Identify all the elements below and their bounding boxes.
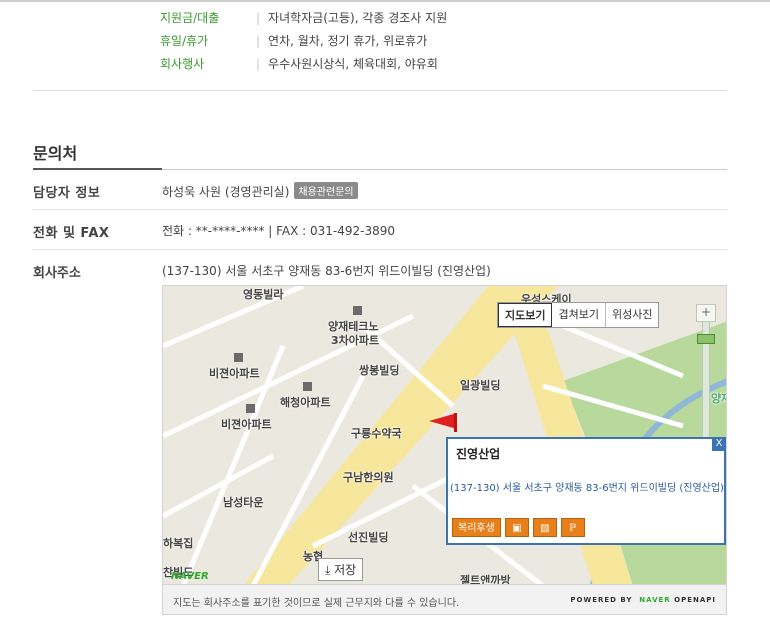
map-label: 비젼아파트: [209, 367, 260, 380]
map-disclaimer: 지도는 회사주소를 표기한 것이므로 실제 근무지와 다를 수 있습니다.: [173, 598, 460, 609]
zoom-slider[interactable]: [697, 322, 715, 447]
welfare-key: 회사행사: [160, 57, 205, 71]
manager-row: 담당자 정보 하성욱 사원 (경영관리실) 채용관련문의: [33, 170, 727, 210]
top-divider: [0, 0, 770, 2]
welfare-row: 회사행사 | 우수사원시상식, 체육대회, 야유회: [160, 54, 447, 77]
manager-label: 담당자 정보: [33, 186, 101, 201]
contact-section-title: 문의처: [33, 144, 78, 163]
tab-satellite[interactable]: 위성사진: [605, 303, 659, 327]
location-popup: 진영산업 X (137-130) 서울 서초구 양재동 83-6번지 위드이빌딩…: [446, 437, 726, 545]
map-label: 일광빌딩: [460, 379, 501, 392]
building-icon: [353, 306, 362, 315]
credit-naver: NAVER: [639, 596, 671, 604]
popup-close-button[interactable]: X: [712, 437, 726, 451]
phone-row: 전화 및 FAX 전화 : **-****-**** | FAX : 031-4…: [33, 210, 727, 250]
welfare-key: 지원금/대출: [160, 11, 220, 25]
map-label: 선진빌딩: [348, 531, 389, 544]
api-credit: POWERED BY NAVER OPENAPI: [570, 596, 716, 604]
popup-actions: 복리후생 ▣ ▧ ℙ: [452, 518, 585, 537]
tab-overlay[interactable]: 겹쳐보기: [552, 303, 606, 327]
welfare-button[interactable]: 복리후생: [452, 518, 501, 537]
credit-powered: POWERED BY: [570, 596, 633, 604]
restaurant-icon[interactable]: ℙ: [560, 518, 585, 537]
map-label: 영동빌라: [243, 288, 284, 301]
bus-icon[interactable]: ▣: [504, 518, 529, 537]
building-icon: [246, 404, 255, 413]
map-view[interactable]: 영동빌라 양재테크노 3차아파트 쌍봉빌딩 비젼아파트 해청아파트 비젼아파트 …: [162, 285, 727, 585]
map-label: 구남한의원: [343, 471, 394, 484]
welfare-row: 지원금/대출 | 자녀학자금(고등), 각종 경조사 지원: [160, 8, 447, 31]
naver-logo: NAVER: [171, 571, 209, 582]
map-label: 비젼아파트: [221, 418, 272, 431]
welfare-key: 휴일/휴가: [160, 34, 209, 48]
welfare-row: 휴일/휴가 | 연차, 월차, 정기 휴가, 위로휴가: [160, 31, 447, 54]
recruit-inquiry-chip[interactable]: 채용관련문의: [294, 182, 358, 199]
map-label: 젤트앤까방: [460, 574, 511, 585]
save-label: 저장: [334, 563, 357, 577]
address-value: (137-130) 서울 서초구 양재동 83-6번지 위드이빌딩 (진영산업): [162, 264, 491, 278]
welfare-value: 우수사원시상식, 체육대회, 야유회: [268, 57, 438, 71]
welfare-separator: |: [256, 57, 261, 71]
welfare-list: 지원금/대출 | 자녀학자금(고등), 각종 경조사 지원 휴일/휴가 | 연차…: [160, 8, 447, 77]
tab-map[interactable]: 지도보기: [498, 303, 553, 327]
manager-value: 하성욱 사원 (경영관리실) 채용관련문의: [162, 182, 358, 200]
welfare-separator: |: [256, 34, 261, 48]
map-label: 쌍봉빌딩: [359, 364, 400, 377]
map-label: 해청아파트: [280, 396, 331, 409]
building-icon: [234, 353, 243, 362]
map-label: 구룡수약국: [351, 427, 402, 440]
map-label: 3차아파트: [331, 334, 380, 347]
welfare-divider: [33, 90, 727, 91]
building-icon: [303, 382, 312, 391]
welfare-value: 자녀학자금(고등), 각종 경조사 지원: [268, 11, 448, 25]
address-label: 회사주소: [33, 266, 81, 281]
map-label: 남성타운: [223, 496, 264, 509]
credit-api: OPENAPI: [674, 596, 716, 604]
marker-pole: [454, 413, 457, 432]
popup-title: 진영산업: [456, 447, 501, 461]
phone-label: 전화 및 FAX: [33, 226, 110, 241]
welfare-separator: |: [256, 11, 261, 25]
gas-station-icon[interactable]: ▧: [532, 518, 557, 537]
manager-name: 하성욱 사원 (경영관리실): [162, 185, 290, 199]
save-button[interactable]: ⤓ 저장: [318, 558, 364, 581]
map-view-tabs: 지도보기 겹쳐보기 위성사진: [497, 302, 660, 328]
zoom-handle[interactable]: [697, 334, 715, 344]
popup-address: (137-130) 서울 서초구 양재동 83-6번지 위드이빌딩 (진영산업): [450, 483, 724, 494]
phone-value: 전화 : **-****-**** | FAX : 031-492-3890: [162, 224, 395, 238]
location-marker-icon[interactable]: [429, 413, 457, 429]
map-label: 하복집: [163, 537, 194, 550]
welfare-value: 연차, 월차, 정기 휴가, 위로휴가: [268, 34, 428, 48]
map-footer: 지도는 회사주소를 표기한 것이므로 실제 근무지와 다를 수 있습니다. PO…: [162, 585, 727, 615]
zoom-in-button[interactable]: +: [696, 304, 716, 322]
download-icon: ⤓: [325, 563, 331, 577]
